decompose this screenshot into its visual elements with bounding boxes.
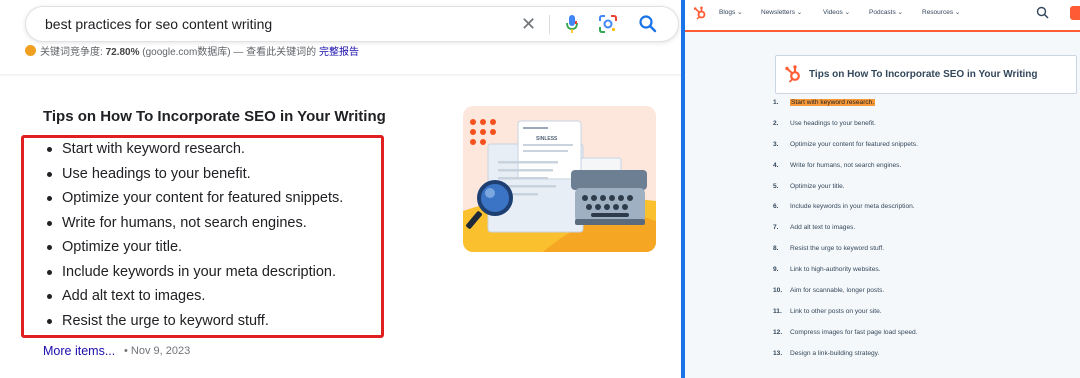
item-text: Design a link-building strategy. xyxy=(790,349,880,357)
list-item: 7. Add alt text to images. xyxy=(773,224,918,245)
item-text: Aim for scannable, longer posts. xyxy=(790,287,885,295)
highlighted-item-text: Start with keyword research. xyxy=(790,99,876,106)
more-items-link[interactable]: More items... xyxy=(43,344,115,358)
toc-heading-box: Tips on How To Incorporate SEO in Your W… xyxy=(775,55,1077,94)
hubspot-article-pane: Blogs ⌄ Newsletters ⌄ Videos ⌄ Podcasts … xyxy=(685,0,1080,378)
list-item: Use headings to your benefit. xyxy=(45,164,343,189)
item-text: Link to other posts on your site. xyxy=(790,307,882,315)
keyword-difficulty-line: 关键词竞争度: 72.80% (google.com数据库) — 查看此关键词的… xyxy=(25,43,359,58)
search-bar[interactable]: best practices for seo content writing ✕ xyxy=(25,6,679,42)
google-results-pane: best practices for seo content writing ✕… xyxy=(0,0,681,378)
list-item: 3. Optimize your content for featured sni… xyxy=(773,141,918,162)
keyword-prefix: 关键词竞争度: xyxy=(40,47,103,58)
list-item: Start with keyword research. xyxy=(45,139,343,164)
featured-snippet-list: Start with keyword research. Use heading… xyxy=(45,139,343,335)
nav-newsletters[interactable]: Newsletters ⌄ xyxy=(761,8,802,16)
google-lens-icon[interactable] xyxy=(598,14,618,39)
list-item: Resist the urge to keyword stuff. xyxy=(45,311,343,336)
list-item: 12. Compress images for fast page load sp… xyxy=(773,329,918,350)
item-text: Add alt text to images. xyxy=(790,224,856,232)
item-text: Optimize your title. xyxy=(790,182,845,190)
item-number: 2. xyxy=(773,119,779,127)
item-text: Link to high-authority websites. xyxy=(790,266,881,274)
list-item: Add alt text to images. xyxy=(45,286,343,311)
illustration-card-text: SINLESS xyxy=(536,136,558,142)
header-shadow xyxy=(0,74,681,77)
item-number: 12. xyxy=(773,328,783,336)
nav-resources[interactable]: Resources ⌄ xyxy=(922,8,960,16)
hubspot-sprocket-icon xyxy=(784,64,802,89)
list-item: 5. Optimize your title. xyxy=(773,183,918,204)
item-number: 10. xyxy=(773,287,783,295)
reading-progress-bar xyxy=(685,30,1080,32)
search-query-text[interactable]: best practices for seo content writing xyxy=(45,16,272,32)
item-number: 4. xyxy=(773,161,779,169)
keyword-source: (google.com数据库) — 查看此关键词的 xyxy=(142,47,317,58)
search-icon[interactable] xyxy=(639,14,657,39)
list-item: Optimize your content for featured snipp… xyxy=(45,188,343,213)
featured-snippet-title[interactable]: Tips on How To Incorporate SEO in Your W… xyxy=(43,108,386,125)
list-item: 11. Link to other posts on your site. xyxy=(773,308,918,329)
clear-icon[interactable]: ✕ xyxy=(521,14,536,35)
list-item: 2. Use headings to your benefit. xyxy=(773,120,918,141)
keyword-percent: 72.80% xyxy=(105,47,140,58)
item-number: 9. xyxy=(773,266,779,274)
snippet-thumbnail[interactable]: SINLESS xyxy=(463,106,656,252)
item-number: 5. xyxy=(773,182,779,190)
item-number: 7. xyxy=(773,224,779,232)
nav-videos[interactable]: Videos ⌄ xyxy=(823,8,850,16)
item-text: Write for humans, not search engines. xyxy=(790,161,902,169)
list-item: 9. Link to high-authority websites. xyxy=(773,266,918,287)
list-item: 13. Design a link-building strategy. xyxy=(773,350,918,371)
list-item: 6. Include keywords in your meta descript… xyxy=(773,203,918,224)
article-tips-list: 1. Start with keyword research. 2. Use hea… xyxy=(773,99,918,371)
nav-podcasts[interactable]: Podcasts ⌄ xyxy=(869,8,903,16)
microphone-icon[interactable] xyxy=(565,14,579,39)
list-item: 4. Write for humans, not search engines. xyxy=(773,162,918,183)
item-text: Optimize your content for featured snipp… xyxy=(790,140,918,148)
item-number: 1. xyxy=(773,99,779,106)
item-text: Resist the urge to keyword stuff. xyxy=(790,245,885,253)
toc-title: Tips on How To Incorporate SEO in Your W… xyxy=(809,69,1038,80)
list-item: Include keywords in your meta descriptio… xyxy=(45,262,343,287)
search-divider xyxy=(549,15,550,34)
list-item: 8. Resist the urge to keyword stuff. xyxy=(773,245,918,266)
hubspot-logo-icon[interactable] xyxy=(693,6,707,25)
nav-blogs[interactable]: Blogs ⌄ xyxy=(719,8,743,16)
extension-logo-icon xyxy=(25,45,36,56)
search-icon[interactable] xyxy=(1036,6,1049,24)
full-report-link[interactable]: 完整报告 xyxy=(319,47,359,58)
item-number: 11. xyxy=(773,307,782,315)
blog-navbar: Blogs ⌄ Newsletters ⌄ Videos ⌄ Podcasts … xyxy=(685,0,1080,31)
item-number: 8. xyxy=(773,245,779,253)
list-item: Optimize your title. xyxy=(45,237,343,262)
item-number: 13. xyxy=(773,349,783,357)
list-item: 1. Start with keyword research. xyxy=(773,99,918,120)
list-item: Write for humans, not search engines. xyxy=(45,213,343,238)
snippet-date: • Nov 9, 2023 xyxy=(124,345,191,357)
cta-button[interactable] xyxy=(1070,6,1080,20)
item-number: 6. xyxy=(773,203,779,211)
item-text: Include keywords in your meta descriptio… xyxy=(790,203,915,211)
list-item: 10. Aim for scannable, longer posts. xyxy=(773,287,918,308)
item-text: Compress images for fast page load speed… xyxy=(790,328,918,336)
item-number: 3. xyxy=(773,140,779,148)
item-text: Use headings to your benefit. xyxy=(790,119,876,127)
